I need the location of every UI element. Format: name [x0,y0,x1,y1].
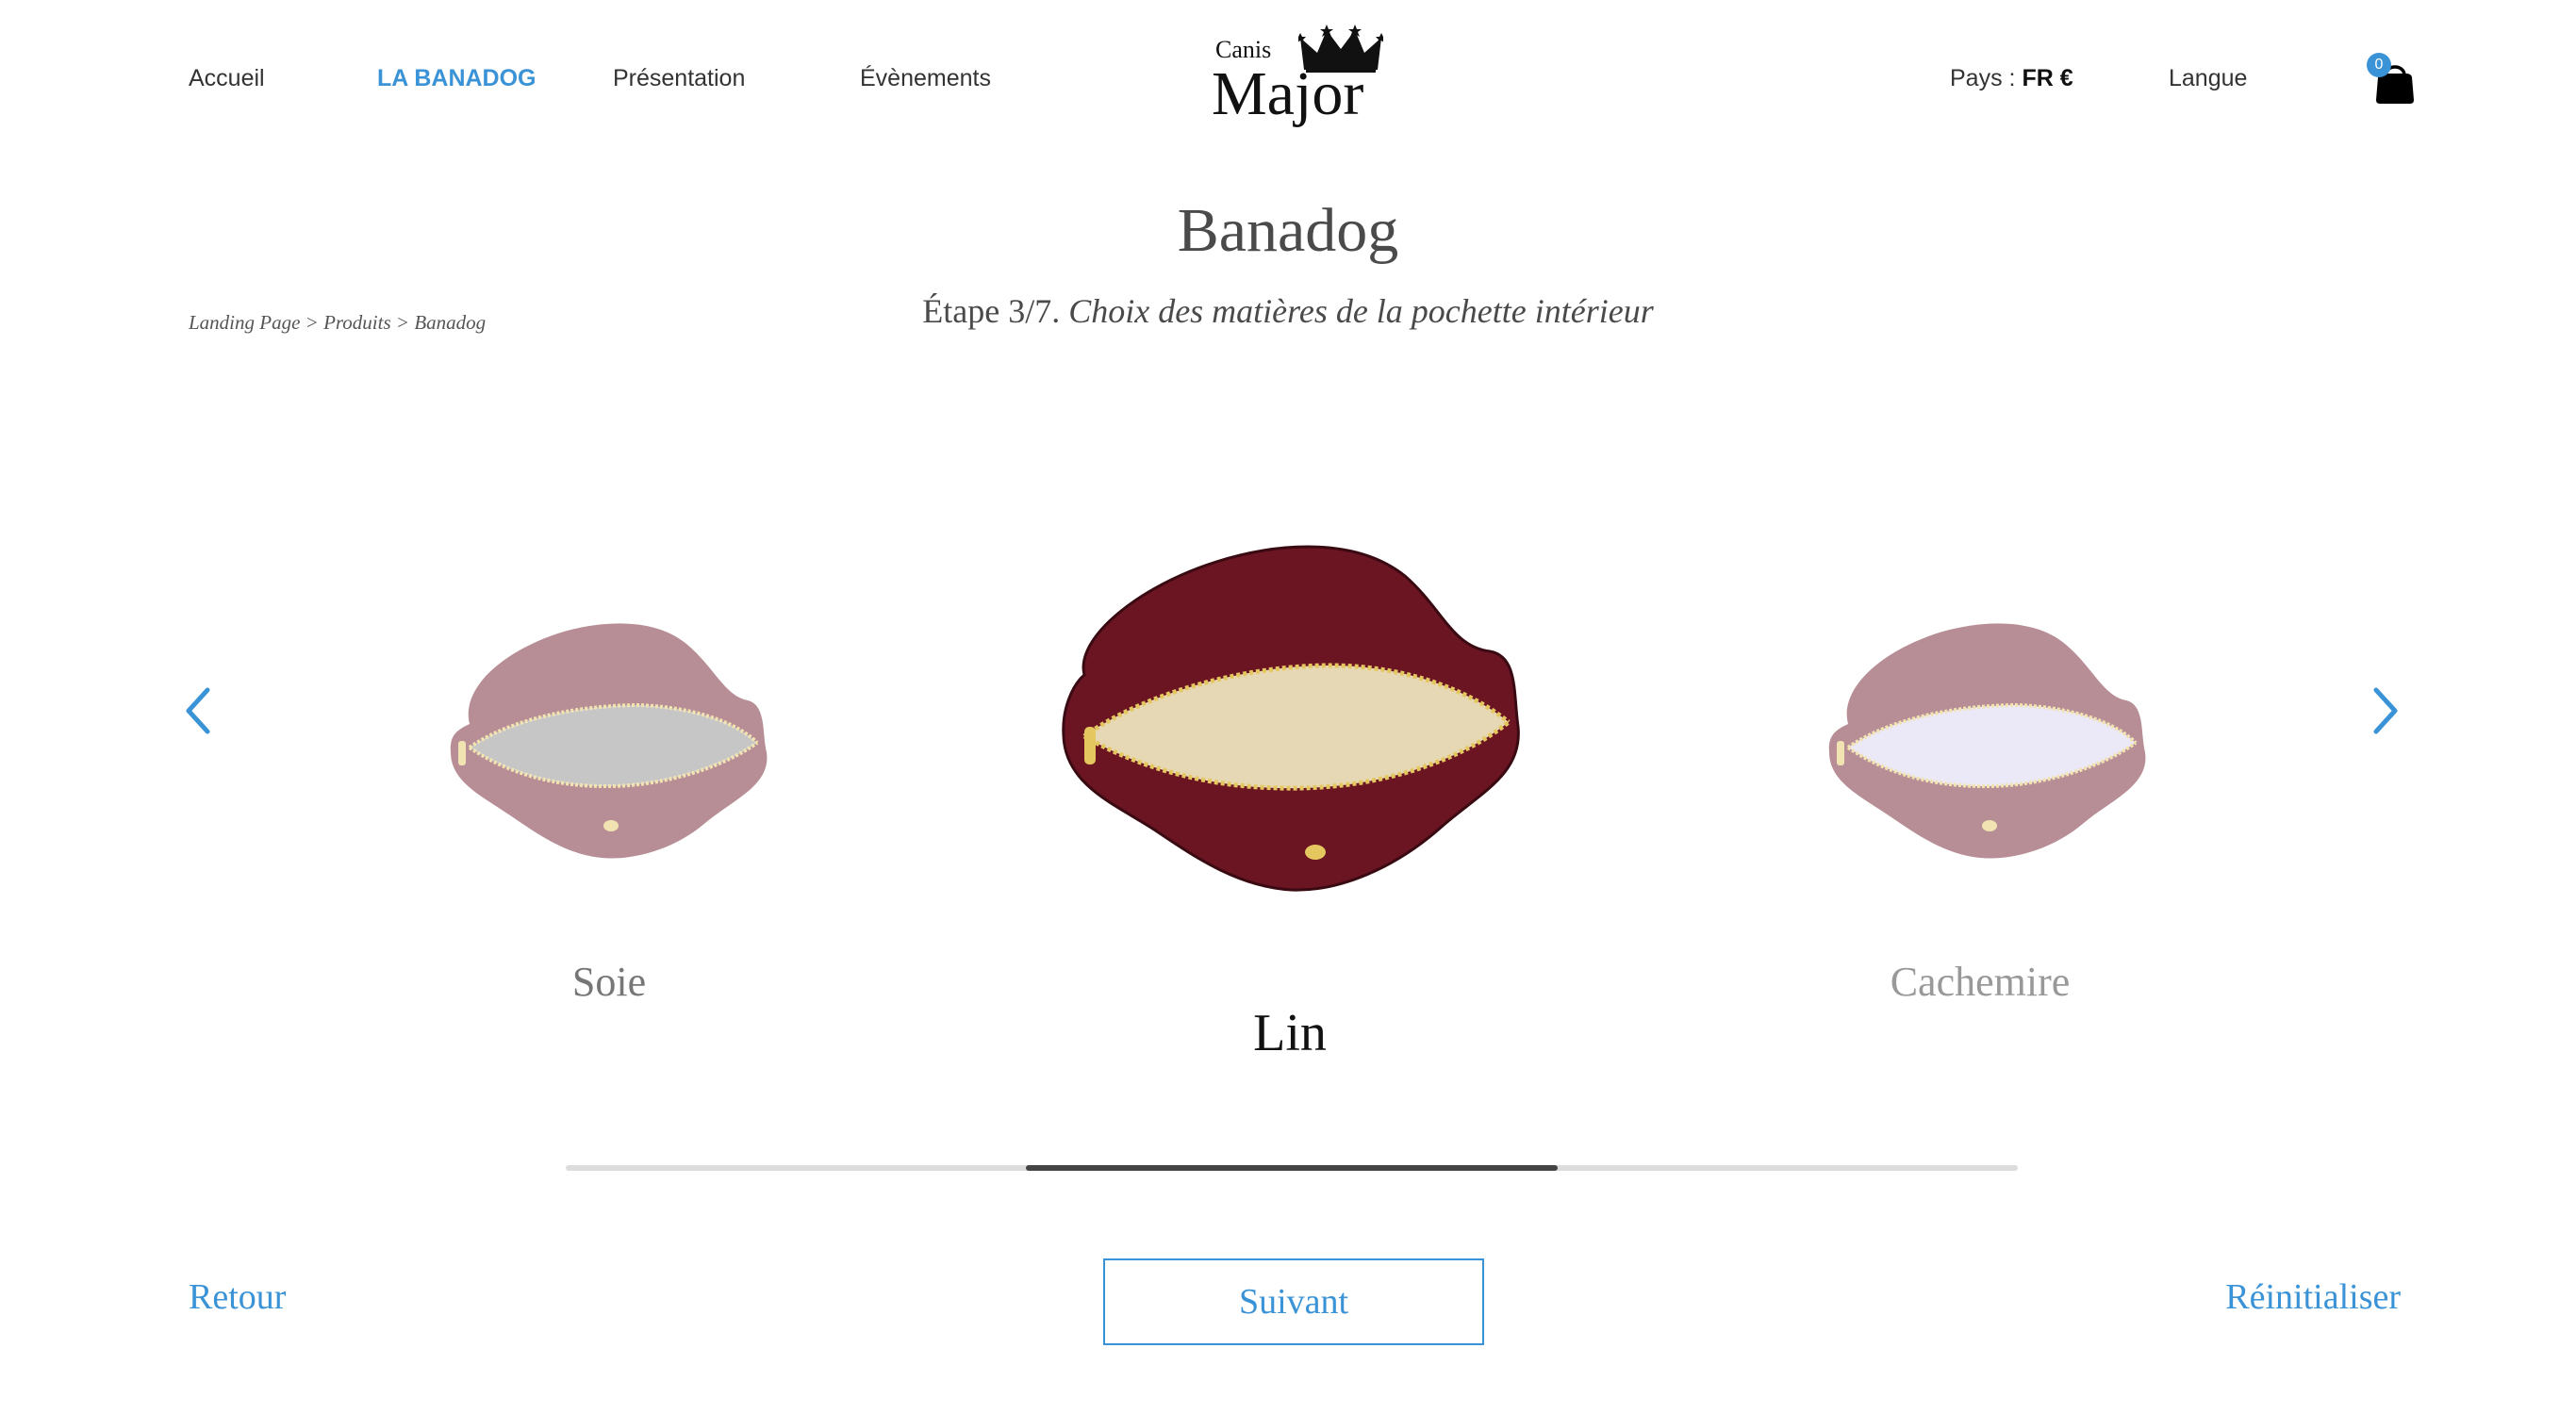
carousel-next-button[interactable] [2367,684,2404,737]
cart-button[interactable]: 0 [2367,53,2416,107]
country-label: Pays : [1950,65,2016,91]
material-label-lin[interactable]: Lin [1101,1003,1478,1063]
step-description: Choix des matières de la pochette intéri… [1068,292,1654,330]
nav-presentation-link[interactable]: Présentation [613,64,745,92]
product-configurator-page: Accueil LA BANADOG Présentation Évènemen… [0,0,2576,1414]
material-option-cachemire[interactable] [1820,611,2159,865]
material-label-cachemire[interactable]: Cachemire [1792,958,2169,1006]
step-number: Étape 3/7. [922,292,1061,330]
cart-count-badge: 0 [2367,53,2391,77]
breadcrumb[interactable]: Landing Page > Produits > Banadog [189,311,486,335]
nav-banadog-link[interactable]: LA BANADOG [377,64,537,92]
country-value: FR € [2022,65,2073,91]
back-button[interactable]: Retour [189,1276,286,1318]
crown-icon [1298,25,1383,73]
pouch-image-lin [1062,545,1520,892]
carousel-scrollbar-thumb[interactable] [1025,1165,1559,1171]
reset-button[interactable]: Réinitialiser [2225,1276,2401,1318]
carousel-prev-button[interactable] [179,684,217,737]
brand-logo[interactable]: Canis Major [1212,25,1383,133]
next-button[interactable]: Suivant [1103,1258,1484,1345]
pouch-image-cachemire [1828,623,2146,859]
material-label-soie[interactable]: Soie [421,958,798,1006]
carousel-scrollbar[interactable] [566,1165,2018,1171]
country-selector[interactable]: Pays : FR € [1950,64,2073,92]
material-option-lin[interactable] [1047,534,1546,901]
page-title: Banadog [1177,196,1399,265]
chevron-right-icon [2373,687,2398,734]
nav-events-link[interactable]: Évènements [860,64,991,92]
material-option-soie[interactable] [441,611,781,865]
chevron-left-icon [186,687,210,734]
nav-home-link[interactable]: Accueil [189,64,265,92]
pouch-image-soie [450,623,768,859]
language-selector[interactable]: Langue [2169,64,2247,92]
